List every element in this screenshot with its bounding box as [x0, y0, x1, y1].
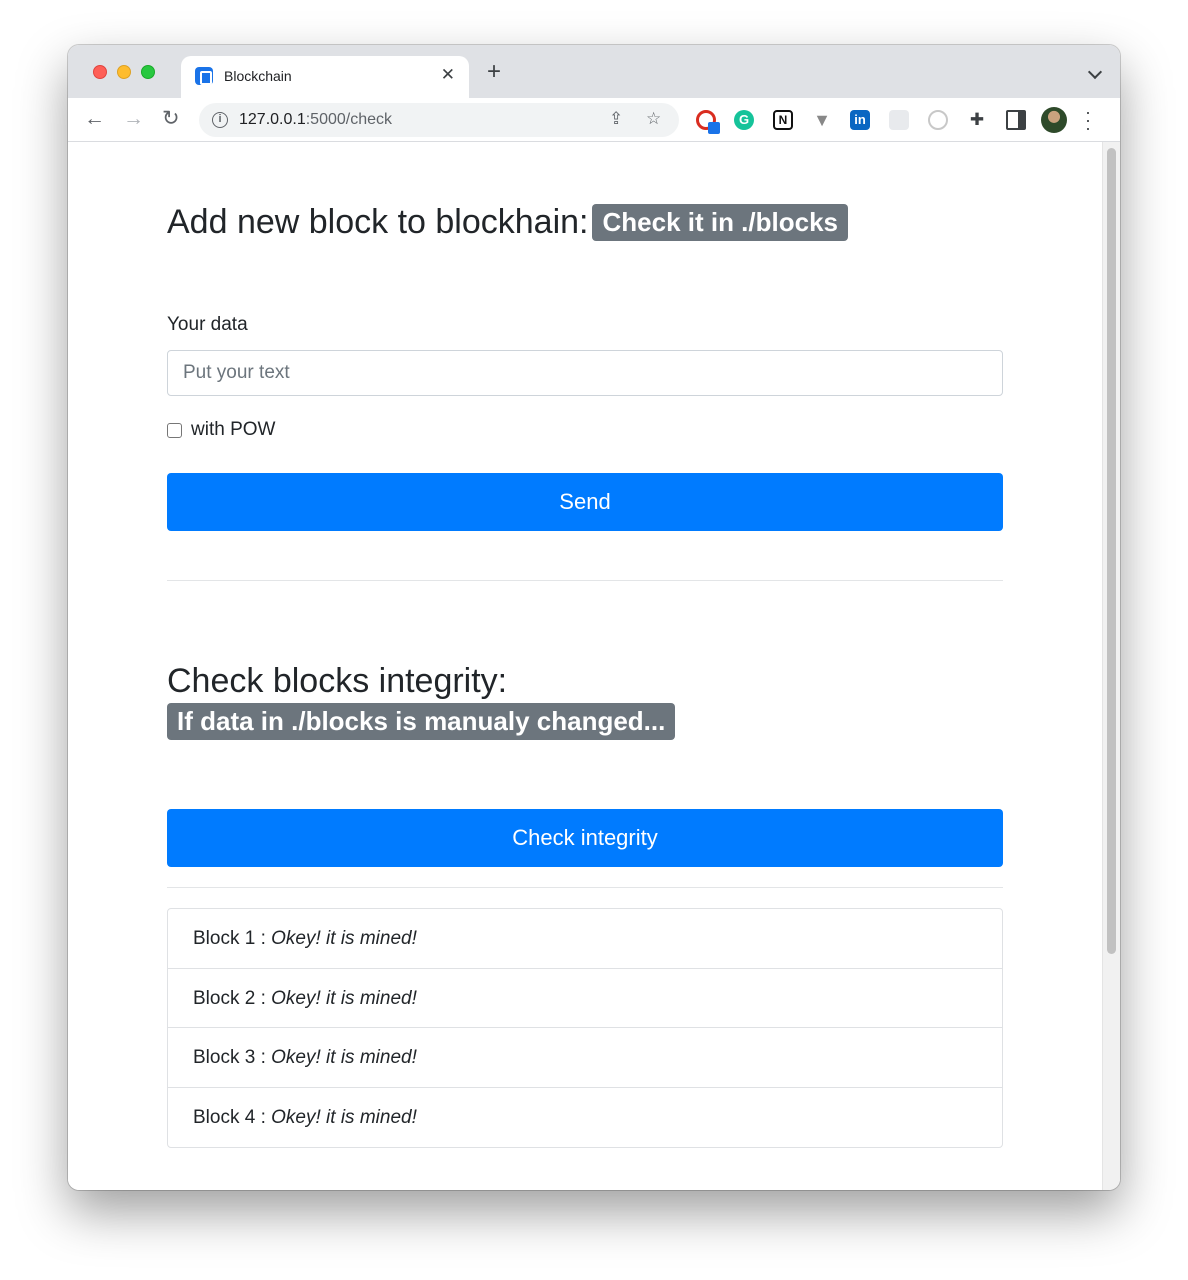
your-data-label: Your data	[167, 314, 248, 335]
bookmark-star-icon[interactable]: ☆	[646, 109, 661, 129]
block-status: Okey! it is mined!	[271, 928, 417, 949]
notion-icon[interactable]: N	[773, 110, 793, 130]
share-icon[interactable]: ⇪	[609, 109, 623, 129]
reload-icon[interactable]: ↻	[162, 107, 180, 131]
list-item: Block 4 : Okey! it is mined!	[168, 1088, 1002, 1148]
tab-title: Blockchain	[224, 68, 292, 84]
close-tab-icon[interactable]: ✕	[441, 65, 455, 85]
pow-label[interactable]: with POW	[191, 419, 275, 441]
tab-strip: Blockchain ✕ +	[68, 45, 1120, 98]
check-integrity-heading: Check blocks integrity:	[167, 662, 508, 700]
vue-devtools-icon[interactable]: ▼	[812, 110, 832, 130]
block-status: Okey! it is mined!	[271, 1106, 417, 1128]
linkedin-icon[interactable]: in	[850, 110, 870, 130]
extensions-puzzle-icon[interactable]: ✚	[967, 110, 987, 130]
block-label: Block 4 :	[193, 1106, 272, 1128]
url-host: 127.0.0.1	[239, 111, 306, 128]
address-bar[interactable]: i 127.0.0.1:5000/check ⇪ ☆	[199, 103, 679, 137]
block-label: Block 3 :	[193, 1047, 272, 1068]
extension-circle-icon[interactable]	[928, 110, 948, 130]
extension-red-icon[interactable]	[696, 110, 720, 134]
url-text[interactable]: 127.0.0.1:5000/check	[239, 111, 392, 129]
divider	[167, 887, 1003, 888]
list-item: Block 2 : Okey! it is mined!	[168, 969, 1002, 1028]
page-scrollbar[interactable]	[1102, 142, 1120, 1190]
manual-change-badge: If data in ./blocks is manualy changed..…	[167, 703, 676, 740]
url-path: :5000/check	[305, 111, 393, 128]
minimize-window-button[interactable]	[117, 65, 131, 79]
block-status: Okey! it is mined!	[271, 987, 417, 1009]
list-item: Block 3 : Okey! it is mined!	[168, 1028, 1002, 1088]
zoom-window-button[interactable]	[141, 65, 155, 79]
blocks-badge: Check it in ./blocks	[592, 203, 848, 241]
new-tab-button[interactable]: +	[487, 60, 501, 84]
tab-blockchain[interactable]: Blockchain ✕	[181, 56, 469, 98]
pow-option: with POW	[167, 418, 275, 442]
site-info-icon[interactable]: i	[212, 112, 228, 128]
divider	[167, 580, 1003, 581]
send-button[interactable]: Send	[167, 473, 1003, 531]
page-viewport: Add new block to blockhain: Check it in .…	[68, 142, 1102, 1190]
back-arrow-icon[interactable]: ←	[84, 107, 105, 131]
forward-arrow-icon[interactable]: →	[123, 107, 144, 131]
add-block-heading: Add new block to blockhain: Check it in .…	[167, 202, 848, 243]
side-panel-icon[interactable]	[1006, 110, 1026, 130]
block-status: Okey! it is mined!	[271, 1047, 417, 1068]
browser-toolbar: ← → ↻ i 127.0.0.1:5000/check ⇪ ☆ G N ▼ i…	[68, 98, 1120, 142]
check-integrity-button[interactable]: Check integrity	[167, 809, 1003, 867]
profile-avatar[interactable]	[1041, 107, 1067, 133]
add-block-title: Add new block to blockhain:	[167, 203, 589, 241]
tab-search-chevron-icon[interactable]	[1087, 64, 1103, 80]
browser-menu-icon[interactable]: · · ·	[1085, 103, 1091, 137]
browser-window: Blockchain ✕ + ← → ↻ i 127.0.0.1:5000/ch…	[68, 45, 1120, 1190]
list-item: Block 1 : Okey! it is mined!	[168, 909, 1002, 969]
data-input[interactable]	[167, 350, 1003, 396]
pow-checkbox[interactable]	[167, 422, 182, 438]
react-devtools-icon[interactable]	[889, 110, 909, 130]
grammarly-icon[interactable]: G	[734, 110, 754, 130]
results-list: Block 1 : Okey! it is mined! Block 2 : O…	[167, 908, 1003, 1148]
block-label: Block 1 :	[193, 928, 272, 949]
scroll-thumb[interactable]	[1107, 148, 1116, 954]
favicon-icon	[195, 67, 213, 85]
block-label: Block 2 :	[193, 987, 272, 1009]
close-window-button[interactable]	[93, 65, 107, 79]
